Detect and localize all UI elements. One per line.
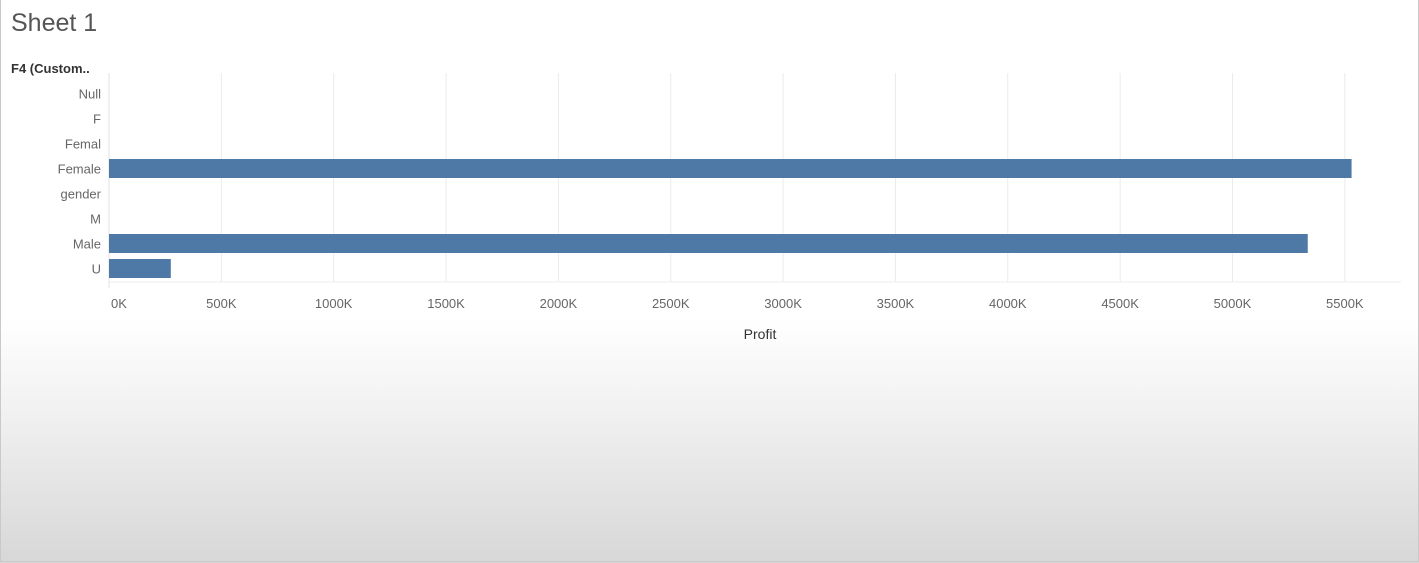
- x-tick-labels: 0K 500K 1000K 1500K 2000K 2500K 3000K 3500K 4000…: [111, 296, 1364, 311]
- gridlines: [108, 73, 1401, 288]
- bar[interactable]: [109, 234, 1308, 253]
- category-label: M: [90, 212, 101, 227]
- category-label: F: [93, 112, 101, 127]
- category-labels: Null F Femal Female gender M Male U: [58, 87, 102, 277]
- category-label: Null: [79, 87, 102, 102]
- x-tick-label: 3500K: [877, 296, 915, 311]
- bar-chart: Null F Femal Female gender M Male U 0K 500K 1000K…: [58, 73, 1401, 342]
- bars: [109, 159, 1352, 278]
- bar[interactable]: [109, 259, 171, 278]
- x-axis-title: Profit: [744, 326, 777, 342]
- x-tick-label: 500K: [206, 296, 237, 311]
- x-tick-label: 4500K: [1101, 296, 1139, 311]
- category-label: U: [92, 262, 101, 277]
- x-tick-label: 4000K: [989, 296, 1027, 311]
- x-tick-label: 0K: [111, 296, 127, 311]
- bar[interactable]: [109, 159, 1352, 178]
- x-tick-label: 3000K: [764, 296, 802, 311]
- category-label: Femal: [65, 137, 101, 152]
- x-tick-label: 1000K: [315, 296, 353, 311]
- category-label: Male: [73, 237, 101, 252]
- x-tick-label: 5500K: [1326, 296, 1364, 311]
- category-label: gender: [61, 187, 102, 202]
- x-tick-label: 2500K: [652, 296, 690, 311]
- x-tick-label: 2000K: [540, 296, 578, 311]
- x-tick-label: 1500K: [427, 296, 465, 311]
- x-tick-label: 5000K: [1214, 296, 1252, 311]
- category-label: Female: [58, 162, 101, 177]
